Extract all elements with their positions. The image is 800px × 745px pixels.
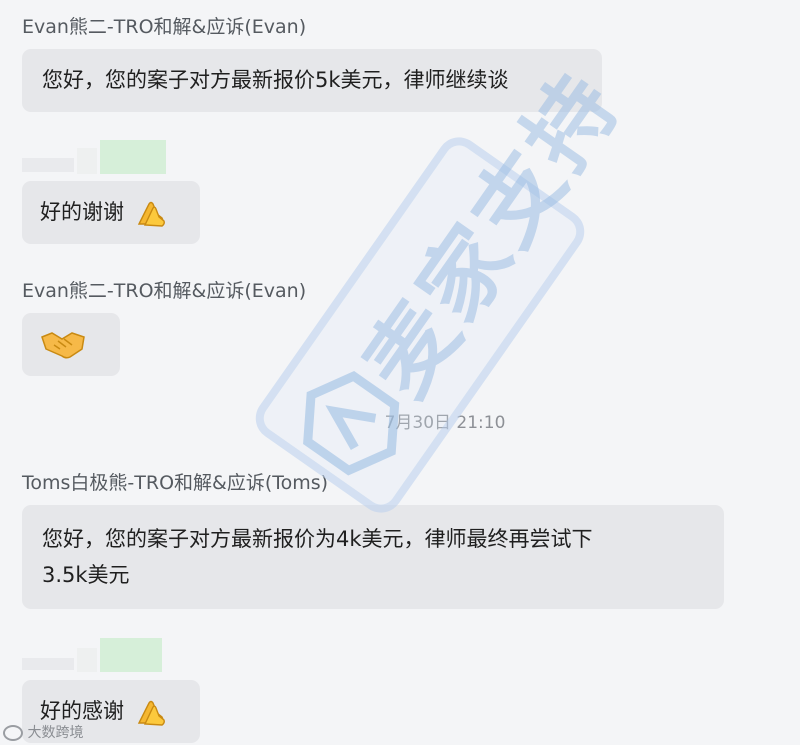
blurred-avatar [22,140,166,176]
footer-logo: 大数跨境 [3,722,83,742]
timestamp: 7月30日 21:10 [384,413,506,433]
watermark: 麦家支持 [247,54,640,522]
message-bubble[interactable]: 您好，您的案子对方最新报价5k美元，律师继续谈 [22,49,602,112]
sender-name: Evan熊二-TRO和解&应诉(Evan) [22,280,307,302]
handshake-icon [41,332,85,359]
message-text: 好的感谢 [40,699,124,723]
clapping-hands-icon [137,700,165,726]
sender-name: Toms白极熊-TRO和解&应诉(Toms) [22,472,329,494]
clapping-hands-icon [137,201,165,227]
sender-name: Evan熊二-TRO和解&应诉(Evan) [22,16,307,38]
message-text-line: 您好，您的案子对方最新报价为4k美元，律师最终再尝试下 [42,527,593,551]
footer-logo-icon [3,725,23,741]
footer-logo-text: 大数跨境 [27,725,84,741]
message-bubble[interactable]: 您好，您的案子对方最新报价为4k美元，律师最终再尝试下 3.5k美元 [22,505,724,609]
message-text: 您好，您的案子对方最新报价5k美元，律师继续谈 [42,68,509,92]
message-text: 好的谢谢 [40,200,124,224]
message-text-line: 3.5k美元 [42,563,130,587]
blurred-avatar [22,638,162,674]
message-bubble[interactable] [22,313,120,376]
message-bubble[interactable]: 好的谢谢 [22,181,200,244]
